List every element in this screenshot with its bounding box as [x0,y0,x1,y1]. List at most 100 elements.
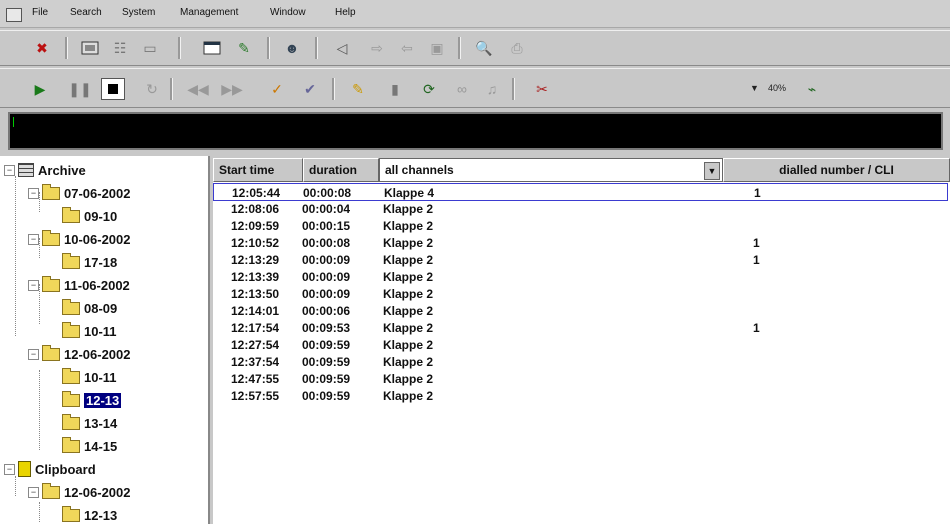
tree-date-07-06-2002[interactable]: −07-06-2002 [28,183,131,203]
loop-icon[interactable]: ↻ [140,78,164,100]
pause-icon[interactable]: ❚❚ [68,78,92,100]
menu-window[interactable]: Window [270,7,306,18]
cell-dialled-number: 1 [753,321,760,335]
cell-channel: Klappe 2 [383,236,434,250]
cell-start-time: 12:27:54 [231,338,280,352]
table-row[interactable]: 12:05:44 00:00:08 Klappe 4 1 [213,183,948,201]
tree-date-10-06-2002[interactable]: −10-06-2002 [28,229,131,249]
cell-channel: Klappe 2 [383,270,434,284]
folder-icon [62,436,80,453]
table-row[interactable]: 12:14:01 00:00:06 Klappe 2 [213,302,948,320]
search-icon[interactable]: 🔍 [472,37,496,59]
menu-file[interactable]: File [32,7,48,18]
recorder-icon[interactable] [78,37,102,59]
tree-date-12-06-2002[interactable]: −12-06-2002 [28,344,131,364]
user-icon[interactable]: ☻ [280,37,304,59]
zoom-dropdown-icon[interactable]: ▼ [750,83,759,93]
cell-start-time: 12:14:01 [231,304,280,318]
folder-open-icon [42,344,60,361]
check-all-icon[interactable]: ✔ [298,78,322,100]
column-dialled-number[interactable]: dialled number / CLI [723,158,950,182]
play-icon[interactable]: ▶ [28,78,52,100]
channels-icon[interactable]: ☷ [108,37,132,59]
tree-hour[interactable]: 09-10 [62,206,117,226]
folder-icon [62,298,80,315]
column-start-time[interactable]: Start time [213,158,303,182]
cell-duration: 00:00:08 [302,236,351,250]
menu-bar: File Search System Management Window Hel… [0,0,950,28]
stop-icon[interactable] [101,78,125,100]
cell-start-time: 12:10:52 [231,236,280,250]
tree-hour[interactable]: 08-09 [62,298,117,318]
channel-filter-select[interactable]: all channels ▼ [379,158,723,182]
main-toolbar: ✖ ☷ ▭ ✎ ☻ ◁ ⇨ ⇦ ▣ 🔍 ⎙ [0,30,950,66]
table-row[interactable]: 12:10:52 00:00:08 Klappe 2 1 [213,234,948,252]
column-duration[interactable]: duration [303,158,379,182]
tree-hour[interactable]: 10-11 [62,367,117,387]
table-row[interactable]: 12:57:55 00:09:59 Klappe 2 [213,387,948,405]
waveform-display[interactable] [8,112,943,150]
tree-clipboard-date[interactable]: −12-06-2002 [28,482,131,502]
table-row[interactable]: 12:47:55 00:09:59 Klappe 2 [213,370,948,388]
tree-hour-selected[interactable]: 12-13 [62,390,122,410]
menu-search[interactable]: Search [70,7,102,18]
menu-system[interactable]: System [122,7,155,18]
tree-hour[interactable]: 13-14 [62,413,117,433]
speaker-icon[interactable]: ◁ [330,37,354,59]
window-icon[interactable] [200,37,224,59]
cell-duration: 00:00:15 [302,219,351,233]
audio-icon[interactable]: ♫ [480,78,504,100]
disconnect-icon[interactable]: ✖ [30,37,54,59]
tree-archive[interactable]: − Archive [4,160,86,180]
print-icon[interactable]: ⎙ [505,37,529,59]
cell-start-time: 12:37:54 [231,355,280,369]
rewind-icon[interactable]: ◀◀ [186,78,210,100]
signal-icon[interactable]: ⌁ [800,78,824,100]
device-icon[interactable]: ▭ [138,37,162,59]
folder-open-icon [42,482,60,499]
tree-hour[interactable]: 14-15 [62,436,117,456]
export-icon[interactable]: ⇨ [365,37,389,59]
cell-start-time: 12:13:50 [231,287,280,301]
folder-icon [62,367,80,384]
zoom-level[interactable]: 40% [768,83,786,93]
cell-start-time: 12:17:54 [231,321,280,335]
table-row[interactable]: 12:13:39 00:00:09 Klappe 2 [213,268,948,286]
menu-help[interactable]: Help [335,7,356,18]
edit-icon[interactable]: ✎ [232,37,256,59]
sync-icon[interactable]: ⟳ [417,78,441,100]
tree-hour[interactable]: 12-13 [62,505,117,524]
table-row[interactable]: 12:27:54 00:09:59 Klappe 2 [213,336,948,354]
menu-management[interactable]: Management [180,7,238,18]
table-row[interactable]: 12:13:29 00:00:09 Klappe 2 1 [213,251,948,269]
import-icon[interactable]: ⇦ [395,37,419,59]
folder-open-icon [42,275,60,292]
fast-forward-icon[interactable]: ▶▶ [220,78,244,100]
mark-icon[interactable]: ✎ [346,78,370,100]
window-menu-icon[interactable] [6,8,22,22]
cell-dialled-number: 1 [753,253,760,267]
scissors-icon[interactable]: ✂ [530,78,554,100]
archive-icon[interactable]: ▣ [425,37,449,59]
clipboard-icon [18,461,31,477]
folder-icon [62,413,80,430]
folder-icon [62,206,80,223]
tree-hour[interactable]: 10-11 [62,321,117,341]
cell-channel: Klappe 2 [383,355,434,369]
bookmark-icon[interactable]: ▮ [383,78,407,100]
tree-hour[interactable]: 17-18 [62,252,117,272]
table-row[interactable]: 12:17:54 00:09:53 Klappe 2 1 [213,319,948,337]
table-row[interactable]: 12:37:54 00:09:59 Klappe 2 [213,353,948,371]
table-row[interactable]: 12:08:06 00:00:04 Klappe 2 [213,200,948,218]
check-icon[interactable]: ✓ [265,78,289,100]
folder-open-icon [42,229,60,246]
chevron-down-icon[interactable]: ▼ [704,162,720,180]
tree-clipboard[interactable]: − Clipboard [4,459,96,479]
table-row[interactable]: 12:13:50 00:00:09 Klappe 2 [213,285,948,303]
table-row[interactable]: 12:09:59 00:00:15 Klappe 2 [213,217,948,235]
tree-date-11-06-2002[interactable]: −11-06-2002 [28,275,130,295]
cell-channel: Klappe 2 [383,253,434,267]
cell-channel: Klappe 2 [383,321,434,335]
link-icon[interactable]: ∞ [450,78,474,100]
cell-duration: 00:00:08 [303,186,352,200]
